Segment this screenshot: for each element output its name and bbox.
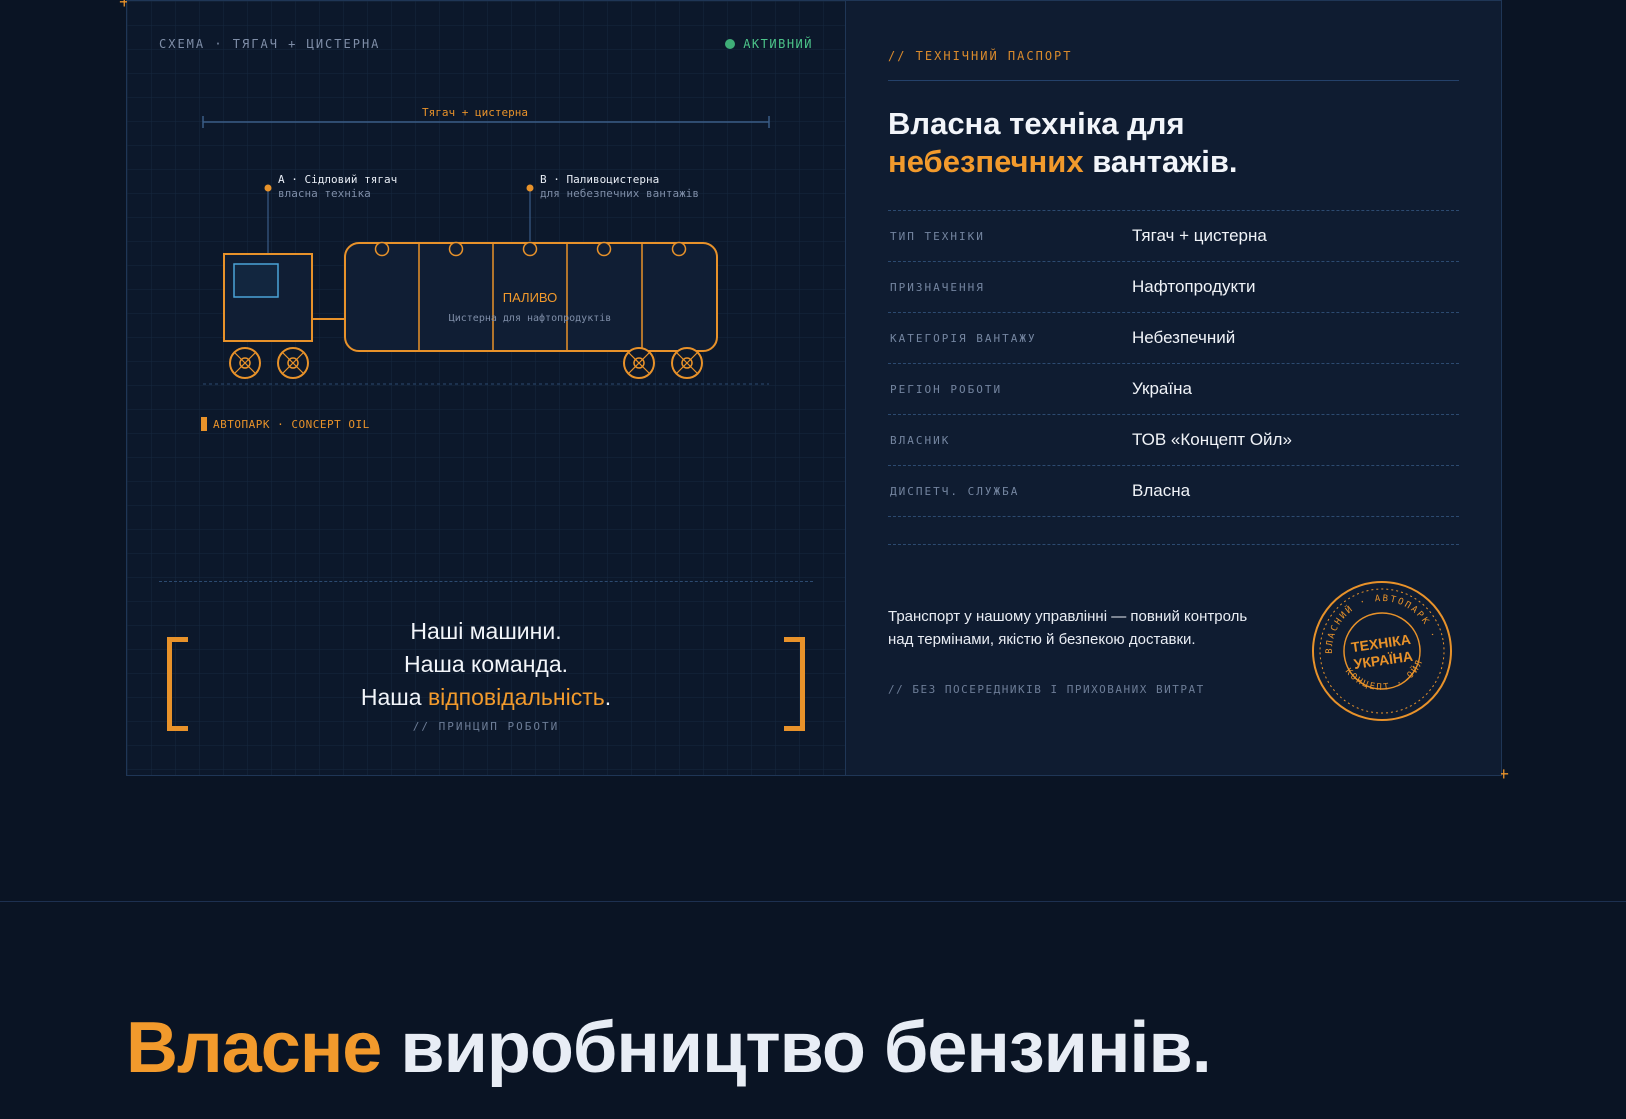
spec-table: ТИП ТЕХНІКИ Тягач + цистерна ПРИЗНАЧЕННЯ…	[888, 210, 1459, 517]
fleet-tag: АВТОПАРК · CONCEPT OIL	[201, 417, 370, 431]
wheel-icon	[277, 347, 309, 379]
fleet-card: + + СХЕМА · ТЯГАЧ + ЦИСТЕРНА АКТИВНИЙ Тя…	[119, 0, 1509, 783]
spec-key: КАТЕГОРІЯ ВАНТАЖУ	[890, 331, 1037, 345]
tank-title: ПАЛИВО	[503, 290, 558, 305]
spec-value: Тягач + цистерна	[1132, 226, 1267, 245]
motto-line-3-prefix: Наша	[360, 684, 428, 710]
spec-row: КАТЕГОРІЯ ВАНТАЖУ Небезпечний	[888, 313, 1459, 364]
spec-row: РЕГІОН РОБОТИ Україна	[888, 364, 1459, 415]
divider	[888, 80, 1459, 81]
passport-note: Транспорт у нашому управлінні — повний к…	[888, 608, 1248, 648]
spec-key: РЕГІОН РОБОТИ	[890, 382, 1003, 396]
spec-value: Власна	[1132, 481, 1191, 500]
motto-line-3: Наша відповідальність.	[167, 681, 805, 714]
tank-sub: Цистерна для нафтопродуктів	[449, 312, 612, 324]
heading-rest: вантажів.	[1083, 144, 1238, 179]
heading-line-1: Власна техніка для	[888, 106, 1185, 141]
spec-row: ПРИЗНАЧЕННЯ Нафтопродукти	[888, 262, 1459, 313]
spec-value: Небезпечний	[1132, 328, 1236, 347]
wheel-icon	[671, 347, 703, 379]
motto-line-3-suffix: .	[604, 684, 612, 710]
callout-b-sub: для небезпечних вантажів	[540, 187, 699, 200]
right-bracket-icon	[784, 637, 805, 731]
motto-line-1: Наші машини.	[410, 618, 562, 644]
motto-lines: Наші машини. Наша команда. Наша відповід…	[167, 613, 805, 714]
section-divider	[0, 901, 1626, 902]
spec-key: ВЛАСНИК	[890, 433, 951, 447]
spec-value: Україна	[1132, 379, 1192, 398]
callout-b-dot-icon	[526, 184, 534, 192]
spec-key: ПРИЗНАЧЕННЯ	[890, 280, 985, 294]
section-title-accent: Власне	[126, 1008, 382, 1088]
span-label: Тягач + цистерна	[422, 106, 528, 119]
divider	[888, 544, 1459, 545]
motto-line-2: Наша команда.	[403, 651, 569, 677]
spec-key: ДИСПЕТЧ. СЛУЖБА	[890, 484, 1020, 498]
passport-heading: Власна техніка для небезпечних вантажів.	[888, 105, 1238, 181]
spec-key: ТИП ТЕХНІКИ	[890, 229, 985, 243]
truck-diagram: Тягач + цистерна A · Сідловий тягач влас…	[202, 106, 770, 385]
passport-panel: // ТЕХНІЧНИЙ ПАСПОРТ Власна техніка для …	[846, 1, 1501, 775]
callout-a-sub: власна техніка	[278, 187, 371, 200]
spec-row: ВЛАСНИК ТОВ «Концепт Ойл»	[888, 415, 1459, 466]
spec-row: ДИСПЕТЧ. СЛУЖБА Власна	[888, 466, 1459, 517]
motto-line-3-accent: відповідальність	[427, 684, 605, 710]
spec-value: Нафтопродукти	[1132, 277, 1256, 296]
callout-a-title: A · Сідловий тягач	[278, 173, 397, 186]
fleet-tag-text: АВТОПАРК · CONCEPT OIL	[213, 417, 370, 431]
left-bracket-icon	[167, 637, 188, 731]
divider	[159, 581, 813, 582]
fleet-stamp-icon: ВЛАСНИЙ · АВТОПАРК · КОНЦЕПТ · ОЙЛ ТЕХНІ…	[1312, 581, 1452, 721]
callout-b-title: B · Паливоцистерна	[540, 173, 659, 186]
heading-accent: небезпечних	[888, 144, 1084, 179]
passport-note-sub: // БЕЗ ПОСЕРЕДНИКІВ І ПРИХОВАНИХ ВИТРАТ	[888, 683, 1205, 696]
fleet-tag-bar-icon	[201, 417, 207, 431]
callout-a-dot-icon	[264, 184, 272, 192]
section-title: Власне виробництво бензинів.	[126, 1012, 1212, 1084]
motto-block: Наші машини. Наша команда. Наша відповід…	[167, 613, 805, 733]
passport-tag: // ТЕХНІЧНИЙ ПАСПОРТ	[888, 49, 1073, 63]
spec-row: ТИП ТЕХНІКИ Тягач + цистерна	[888, 211, 1459, 262]
cab-window	[233, 263, 279, 298]
wheels	[229, 347, 703, 379]
wheel-icon	[229, 347, 261, 379]
schematic-panel: СХЕМА · ТЯГАЧ + ЦИСТЕРНА АКТИВНИЙ Тягач …	[127, 1, 846, 775]
motto-sub: // ПРИНЦИП РОБОТИ	[412, 720, 560, 733]
wheel-icon	[623, 347, 655, 379]
spec-value: ТОВ «Концепт Ойл»	[1132, 430, 1292, 449]
section-title-rest: виробництво бензинів.	[381, 1008, 1211, 1088]
